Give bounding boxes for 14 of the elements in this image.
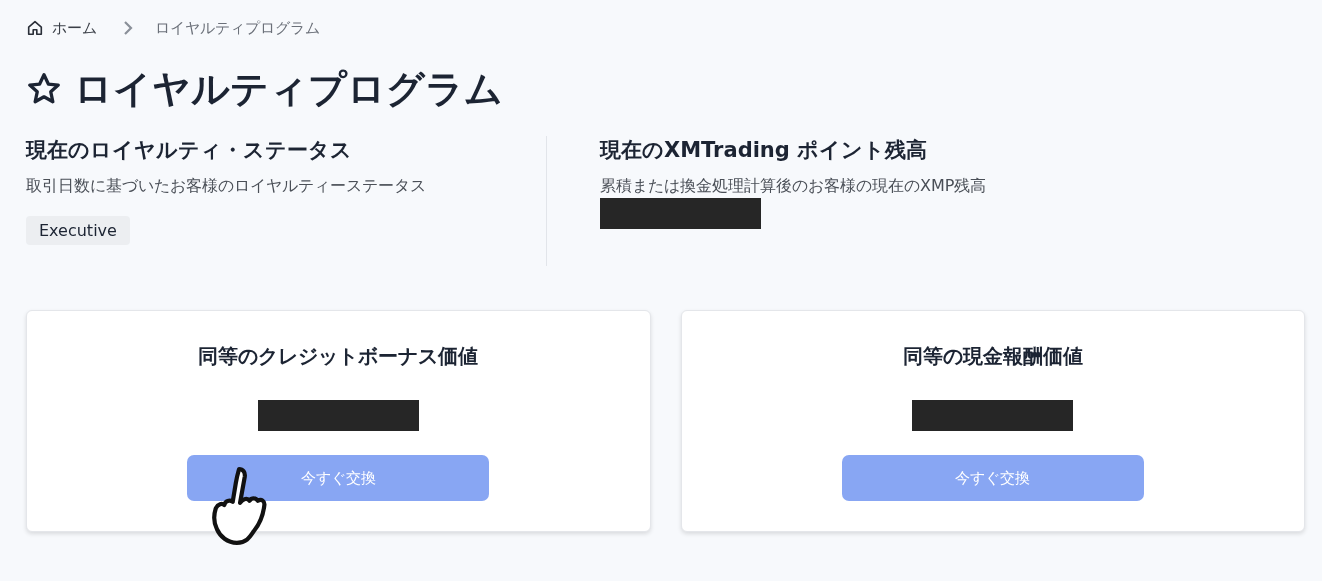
section-description: 累積または換金処理計算後のお客様の現在のXMP残高 — [600, 175, 988, 197]
status-badge: Executive — [26, 216, 130, 245]
breadcrumb-current: ロイヤルティプログラム — [155, 18, 320, 38]
chevron-icon — [123, 21, 133, 35]
section-heading: 現在のXMTrading ポイント残高 — [600, 137, 929, 164]
card-title: 同等のクレジットボーナス価値 — [198, 343, 479, 370]
exchange-button[interactable]: 今すぐ交換 — [841, 455, 1144, 501]
home-icon — [26, 19, 44, 37]
section-description: 取引日数に基づいたお客様のロイヤルティーステータス — [26, 175, 427, 197]
card-title: 同等の現金報酬価値 — [902, 343, 1083, 370]
exchange-button[interactable]: 今すぐ交換 — [187, 455, 490, 501]
page-title: ロイヤルティプログラム — [74, 65, 503, 113]
section-heading: 現在のロイヤルティ・ステータス — [26, 137, 353, 164]
breadcrumb-link[interactable]: ホーム — [52, 18, 97, 38]
